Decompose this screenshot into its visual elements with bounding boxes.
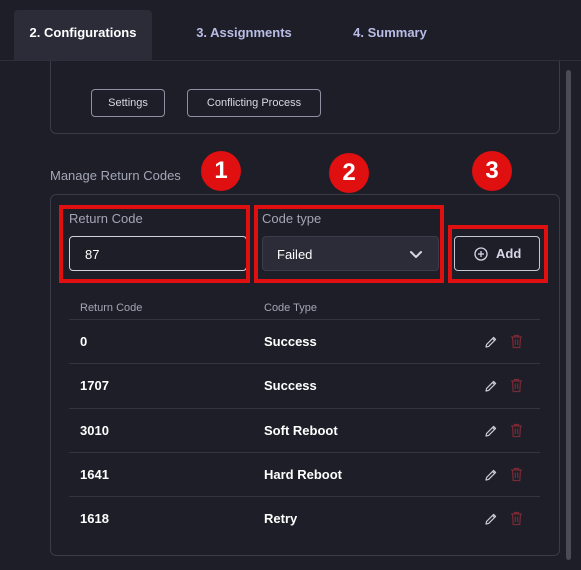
tab-summary[interactable]: 4. Summary [336,10,444,60]
trash-icon[interactable] [510,467,523,482]
table-row: 0 Success [69,319,540,364]
return-code-cell: 0 [80,334,88,349]
trash-icon[interactable] [510,423,523,438]
trash-icon[interactable] [510,378,523,393]
pencil-icon[interactable] [484,335,498,349]
column-header-code-type: Code Type [264,302,318,314]
pencil-icon[interactable] [484,424,498,438]
trash-icon[interactable] [510,334,523,349]
tab-configurations[interactable]: 2. Configurations [14,10,152,60]
code-type-cell: Retry [264,511,298,526]
table-row: 3010 Soft Reboot [69,408,540,453]
pencil-icon[interactable] [484,379,498,393]
callout-box-1 [59,205,250,283]
callout-badge-2: 2 [329,153,369,193]
scrollbar-thumb[interactable] [566,70,571,560]
callout-badge-3: 3 [472,151,512,191]
config-options-panel: Settings Conflicting Process [50,61,560,134]
trash-icon[interactable] [510,511,523,526]
code-type-cell: Hard Reboot [264,467,342,482]
code-type-cell: Soft Reboot [264,423,338,438]
code-type-cell: Success [264,334,317,349]
table-row: 1618 Retry [69,496,540,541]
conflicting-process-button[interactable]: Conflicting Process [187,89,321,117]
table-row: 1641 Hard Reboot [69,452,540,497]
table-row: 1707 Success [69,363,540,408]
callout-badge-1: 1 [201,151,241,191]
callout-box-2 [254,205,444,283]
return-code-cell: 1641 [80,467,109,482]
return-code-cell: 1618 [80,511,109,526]
pencil-icon[interactable] [484,468,498,482]
pencil-icon[interactable] [484,512,498,526]
settings-button[interactable]: Settings [91,89,165,117]
manage-return-codes-title: Manage Return Codes [50,168,181,183]
tab-bar: 2. Configurations 3. Assignments 4. Summ… [0,0,581,61]
callout-box-3 [448,225,548,283]
tab-assignments[interactable]: 3. Assignments [180,10,308,60]
return-code-cell: 1707 [80,378,109,393]
return-code-cell: 3010 [80,423,109,438]
code-type-cell: Success [264,378,317,393]
column-header-return-code: Return Code [80,302,143,314]
